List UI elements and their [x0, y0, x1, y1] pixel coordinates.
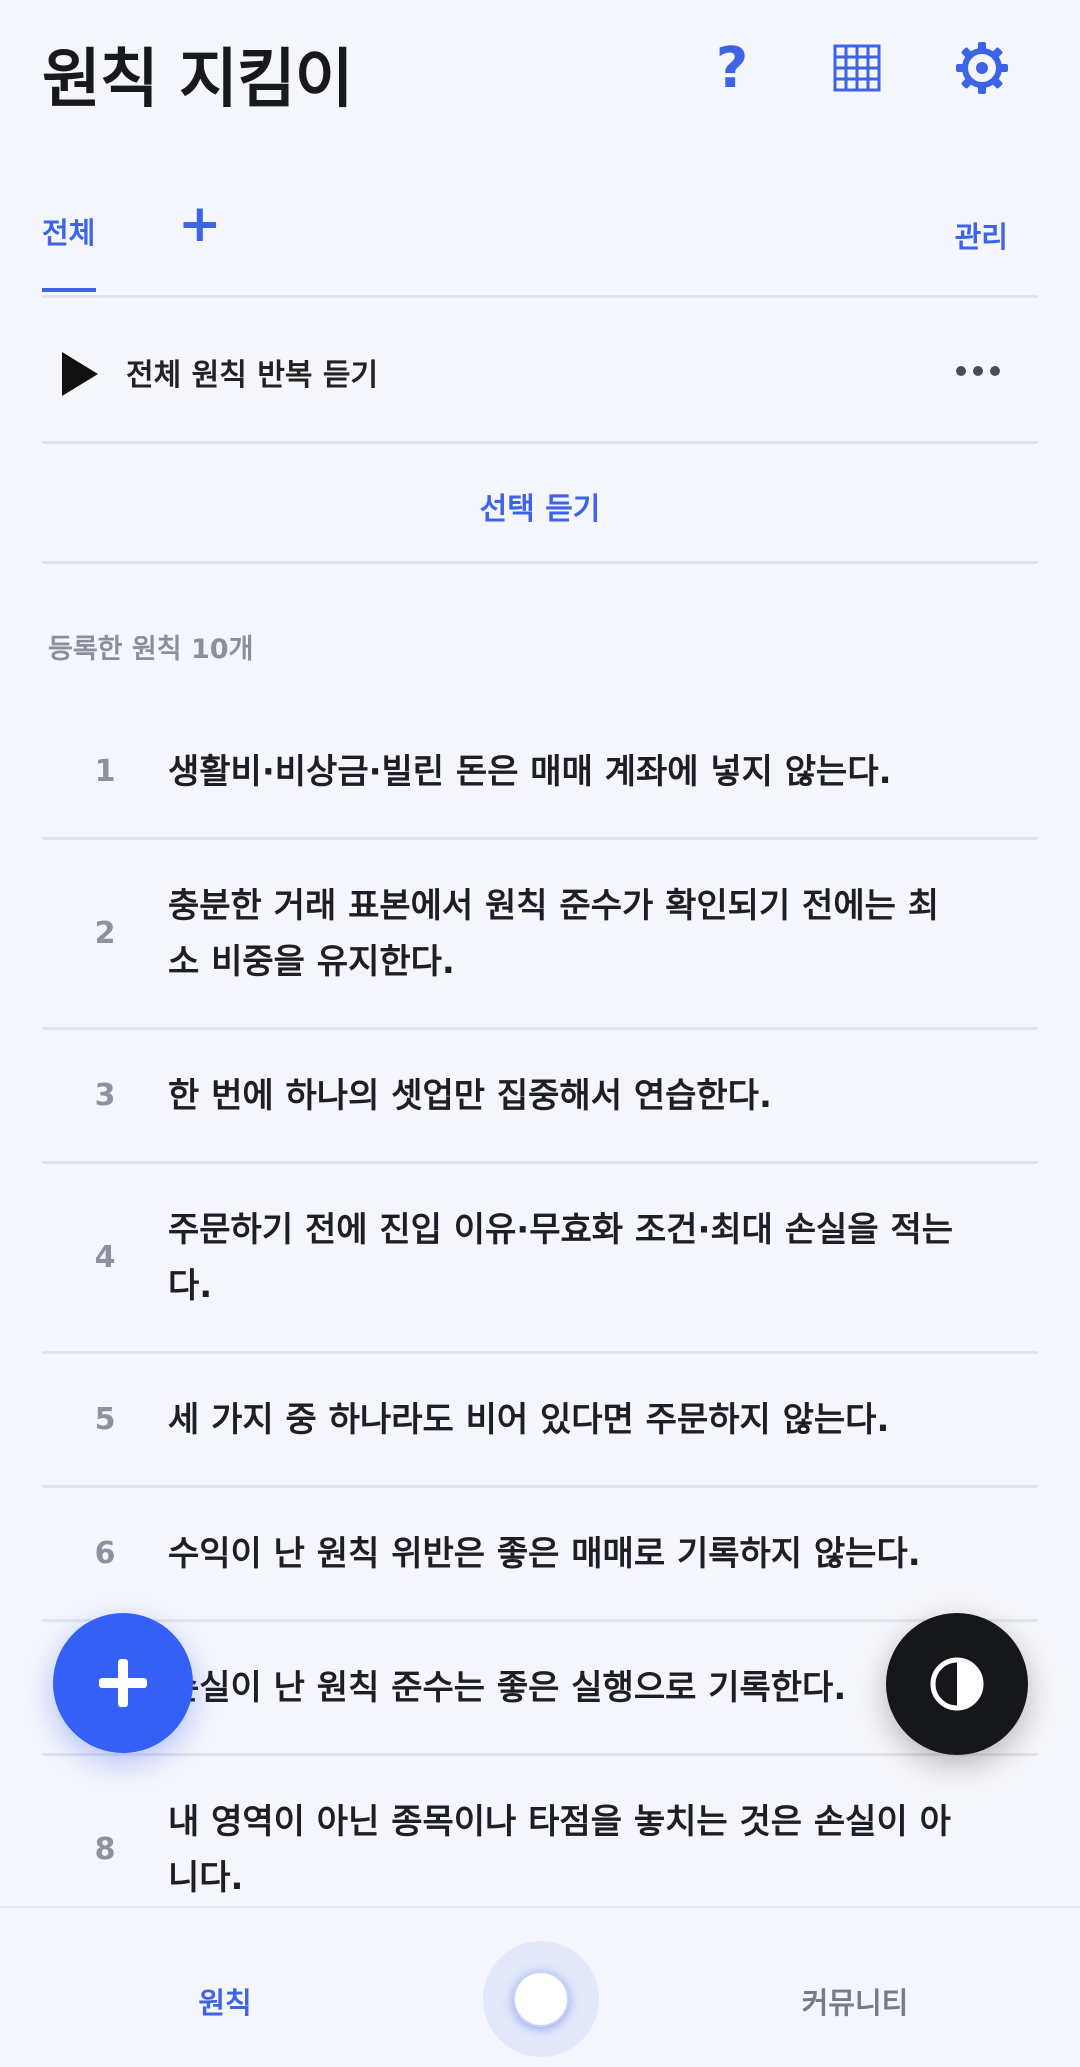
item-text: 수익이 난 원칙 위반은 좋은 매매로 기록하지 않는다.: [168, 1533, 921, 1574]
nav-principles[interactable]: 원칙: [0, 1980, 450, 2022]
item-number: 8: [94, 1832, 116, 1867]
theme-toggle-button[interactable]: [886, 1613, 1028, 1755]
help-icon[interactable]: ?: [700, 36, 764, 101]
item-number: 1: [94, 754, 116, 789]
principle-list: 1 생활비·비상금·빌린 돈은 매매 계좌에 넣지 않는다. 2 충분한 거래 …: [42, 706, 1038, 1946]
select-listen-row: 선택 듣기: [42, 444, 1038, 564]
nav-center-button[interactable]: [483, 1941, 599, 2057]
tab-all[interactable]: 전체: [42, 210, 95, 252]
circle-icon: [513, 1971, 569, 2027]
more-options-icon[interactable]: [956, 366, 1000, 376]
add-principle-button[interactable]: [53, 1613, 193, 1753]
plus-icon: [99, 1659, 147, 1707]
repeat-all-label: 전체 원칙 반복 듣기: [126, 358, 379, 393]
item-text: 세 가지 중 하나라도 비어 있다면 주문하지 않는다.: [168, 1399, 890, 1440]
bottom-nav: 원칙 커뮤니티: [0, 1906, 1080, 2067]
nav-community[interactable]: 커뮤니티: [630, 1980, 1080, 2022]
item-number: 3: [94, 1078, 116, 1113]
list-item[interactable]: 1 생활비·비상금·빌린 돈은 매매 계좌에 넣지 않는다.: [42, 706, 1038, 840]
tab-bar: 전체 + 관리: [42, 190, 1038, 298]
item-number: 2: [94, 916, 116, 951]
grid-icon[interactable]: [825, 36, 889, 100]
item-text: 생활비·비상금·빌린 돈은 매매 계좌에 넣지 않는다.: [168, 751, 892, 792]
app-header: 원칙 지킴이 ?: [0, 0, 1080, 140]
add-tab-button[interactable]: +: [178, 198, 222, 250]
manage-button[interactable]: 관리: [955, 214, 1008, 256]
list-item[interactable]: 5 세 가지 중 하나라도 비어 있다면 주문하지 않는다.: [42, 1354, 1038, 1488]
principle-count: 등록한 원칙 10개: [48, 634, 254, 665]
item-text: 내 영역이 아닌 종목이나 타점을 놓치는 것은 손실이 아니다.: [168, 1801, 951, 1898]
item-text: 손실이 난 원칙 준수는 좋은 실행으로 기록한다.: [168, 1667, 847, 1708]
select-listen-button[interactable]: 선택 듣기: [42, 484, 1038, 528]
list-item[interactable]: 6 수익이 난 원칙 위반은 좋은 매매로 기록하지 않는다.: [42, 1488, 1038, 1622]
repeat-all-row[interactable]: 전체 원칙 반복 듣기: [42, 300, 1038, 444]
app-title: 원칙 지킴이: [42, 43, 354, 117]
item-text: 한 번에 하나의 셋업만 집중해서 연습한다.: [168, 1075, 772, 1116]
list-item[interactable]: 4 주문하기 전에 진입 이유·무효화 조건·최대 손실을 적는다.: [42, 1164, 1038, 1354]
item-number: 5: [94, 1402, 116, 1437]
contrast-icon: [930, 1657, 984, 1711]
list-item[interactable]: 3 한 번에 하나의 셋업만 집중해서 연습한다.: [42, 1030, 1038, 1164]
item-number: 4: [94, 1240, 116, 1275]
item-text: 충분한 거래 표본에서 원칙 준수가 확인되기 전에는 최소 비중을 유지한다.: [168, 885, 940, 982]
play-icon[interactable]: [60, 352, 100, 400]
list-item[interactable]: 2 충분한 거래 표본에서 원칙 준수가 확인되기 전에는 최소 비중을 유지한…: [42, 840, 1038, 1030]
item-number: 6: [94, 1536, 116, 1571]
item-text: 주문하기 전에 진입 이유·무효화 조건·최대 손실을 적는다.: [168, 1209, 954, 1306]
tab-active-indicator: [42, 288, 96, 292]
gear-icon[interactable]: [950, 36, 1014, 100]
